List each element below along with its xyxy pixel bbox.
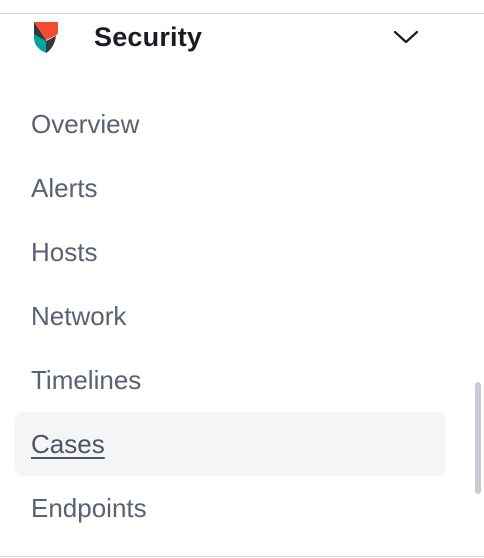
nav-item-cases[interactable]: Cases bbox=[14, 412, 446, 476]
bottom-divider bbox=[0, 556, 484, 557]
security-logo-icon bbox=[32, 20, 60, 54]
nav-item-timelines[interactable]: Timelines bbox=[14, 348, 446, 412]
security-nav-panel: Security Overview Alerts Hosts Network T… bbox=[0, 0, 484, 558]
nav-item-label: Alerts bbox=[31, 172, 98, 203]
security-section-header[interactable]: Security bbox=[0, 14, 484, 60]
nav-item-label: Network bbox=[31, 300, 127, 331]
scrollbar-thumb[interactable] bbox=[475, 382, 481, 494]
nav-item-label: Timelines bbox=[31, 364, 142, 395]
nav-item-hosts[interactable]: Hosts bbox=[14, 220, 446, 284]
nav-item-endpoints[interactable]: Endpoints bbox=[14, 476, 446, 540]
nav-item-overview[interactable]: Overview bbox=[14, 92, 446, 156]
nav-item-network[interactable]: Network bbox=[14, 284, 446, 348]
nav-item-label: Overview bbox=[31, 108, 140, 139]
section-title: Security bbox=[94, 22, 203, 52]
nav-item-label: Cases bbox=[31, 428, 105, 459]
nav-item-label: Endpoints bbox=[31, 492, 147, 523]
nav-item-label: Hosts bbox=[31, 236, 98, 267]
chevron-down-icon[interactable] bbox=[392, 28, 420, 46]
nav-item-alerts[interactable]: Alerts bbox=[14, 156, 446, 220]
section-nav-list: Overview Alerts Hosts Network Timelines … bbox=[14, 92, 446, 540]
